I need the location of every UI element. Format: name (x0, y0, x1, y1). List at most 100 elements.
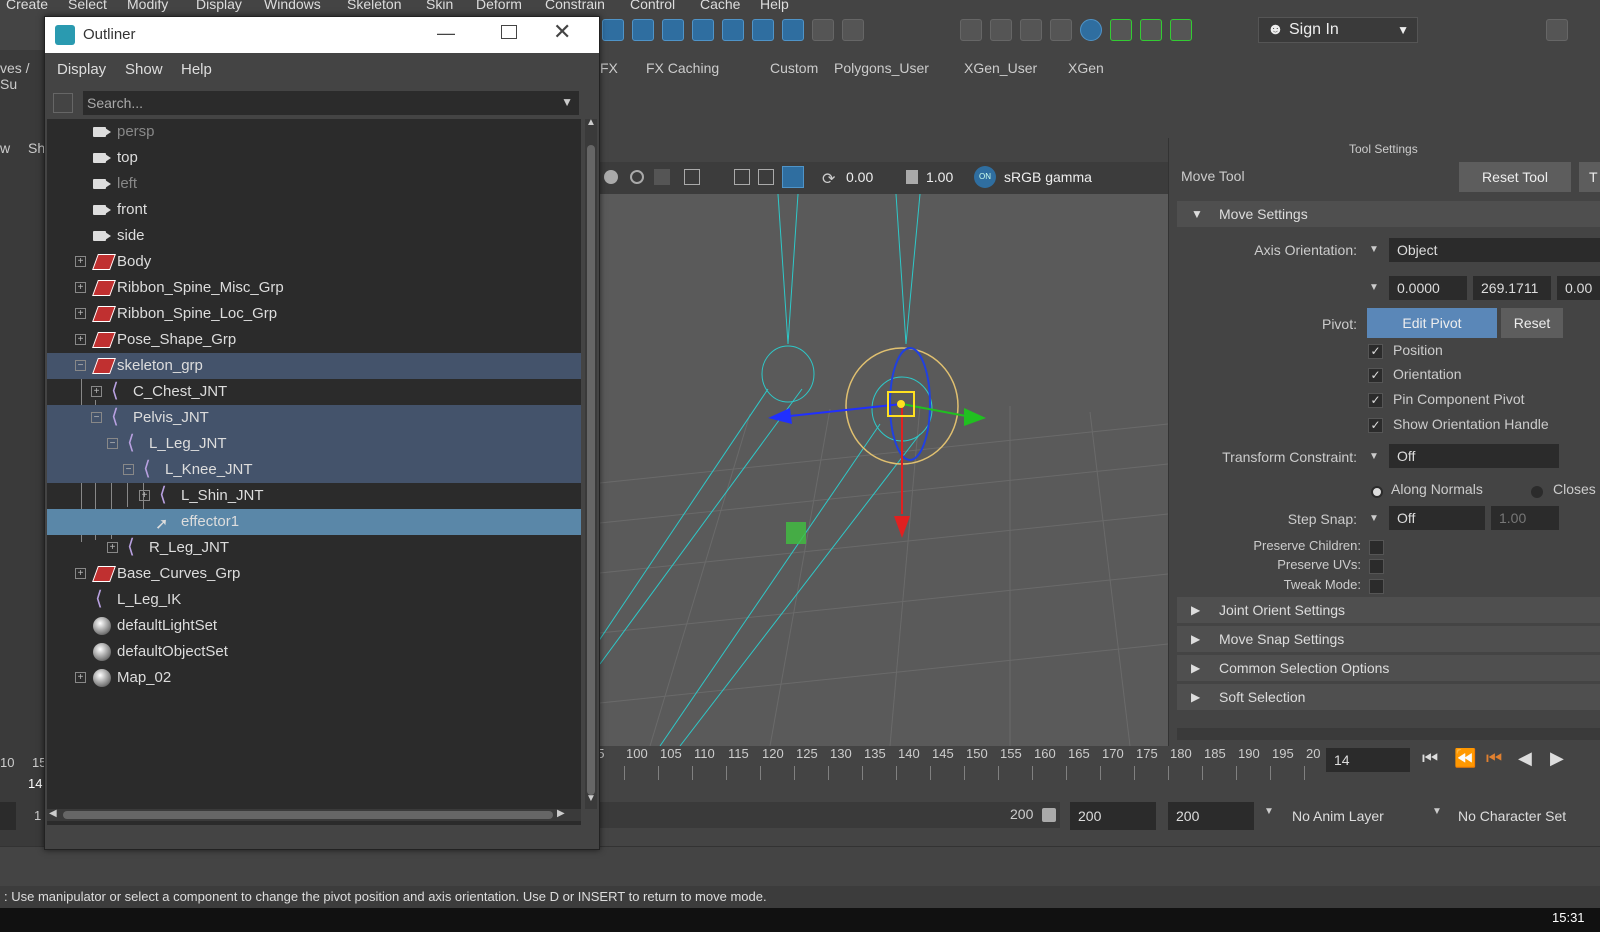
left-range-field[interactable] (0, 802, 16, 830)
snap-live-icon[interactable] (722, 19, 744, 41)
outliner-row-side[interactable]: side (47, 223, 581, 249)
preserve-children-checkbox[interactable] (1369, 540, 1384, 555)
scroll-up-icon[interactable]: ▲ (586, 117, 596, 128)
render-frame-icon[interactable] (990, 19, 1012, 41)
edit-pivot-button[interactable]: Edit Pivot (1367, 308, 1497, 338)
tab-polygons-user[interactable]: Polygons_User (834, 60, 929, 76)
along-normals-radio[interactable] (1371, 486, 1383, 498)
go-to-start-icon[interactable]: ⏮ (1422, 748, 1438, 769)
menu-create[interactable]: Create (6, 0, 48, 12)
snap-curve-icon[interactable] (602, 19, 624, 41)
expand-icon[interactable]: + (75, 672, 86, 683)
ik-handle-icon[interactable] (786, 522, 806, 544)
human-ik-icon[interactable] (1140, 19, 1162, 41)
exposure-value[interactable]: 0.00 (846, 169, 873, 185)
scroll-down-icon[interactable]: ▼ (586, 793, 596, 804)
view-transform-label[interactable]: sRGB gamma (1004, 169, 1092, 185)
outliner-row-persp[interactable]: persp (47, 119, 581, 145)
outliner-menu-show[interactable]: Show (125, 61, 163, 78)
render-settings-icon[interactable] (1050, 19, 1072, 41)
menu-deform[interactable]: Deform (476, 0, 522, 12)
section-soft-selection[interactable]: ▶ Soft Selection (1177, 684, 1600, 710)
select-tool-icon[interactable] (842, 19, 864, 41)
menu-control[interactable]: Control (630, 0, 675, 12)
attribute-editor-icon[interactable] (1170, 19, 1192, 41)
preserve-uvs-checkbox[interactable] (1369, 559, 1384, 574)
closest-radio[interactable] (1531, 486, 1543, 498)
axis-y-field[interactable]: 269.1711 (1473, 276, 1551, 300)
position-checkbox[interactable]: ✓ (1368, 344, 1383, 359)
section-move-snap-settings[interactable]: ▶ Move Snap Settings (1177, 626, 1600, 652)
expand-icon[interactable]: + (75, 282, 86, 293)
step-snap-dropdown[interactable]: Off (1389, 506, 1485, 530)
snap-surface-icon[interactable] (692, 19, 714, 41)
menu-help[interactable]: Help (760, 0, 789, 12)
axis-orientation-dropdown[interactable]: Object (1389, 238, 1600, 262)
pivot-reset-button[interactable]: Reset (1501, 308, 1563, 338)
outliner-menu-display[interactable]: Display (57, 61, 106, 78)
reset-tool-button[interactable]: Reset Tool (1459, 162, 1571, 192)
axis-z-field[interactable]: 0.00 (1557, 276, 1600, 300)
tool-help-button[interactable]: T (1579, 162, 1600, 192)
outliner-row-top[interactable]: top (47, 145, 581, 171)
tab-xgen[interactable]: XGen (1068, 60, 1104, 76)
expand-icon[interactable]: + (75, 334, 86, 345)
chevron-down-icon[interactable]: ▼ (1369, 513, 1379, 524)
menu-windows[interactable]: Windows (264, 0, 321, 12)
chevron-down-icon[interactable]: ▼ (1432, 806, 1442, 817)
workspace-icon[interactable] (1546, 19, 1568, 41)
orientation-checkbox[interactable]: ✓ (1368, 368, 1383, 383)
expand-icon[interactable]: + (75, 308, 86, 319)
command-line[interactable] (0, 846, 1600, 886)
exposure-icon[interactable]: ⟳ (822, 169, 835, 189)
sign-in-button[interactable]: ☻ Sign In ▼ (1258, 17, 1418, 43)
shading-icon[interactable] (604, 170, 618, 184)
show-orientation-handle-checkbox[interactable]: ✓ (1368, 418, 1383, 433)
outliner-row-l-leg-jnt[interactable]: − L_Leg_JNT (47, 430, 581, 457)
outliner-row-left[interactable]: left (47, 171, 581, 197)
outliner-row-map-02[interactable]: + Map_02 (47, 665, 581, 691)
menu-skin[interactable]: Skin (426, 0, 453, 12)
menu-modify[interactable]: Modify (127, 0, 168, 12)
outliner-search-input[interactable]: Search... ▼ (83, 91, 579, 115)
range-slider[interactable]: 200 200 200 ▼ No Anim Layer ▼ No Charact… (590, 800, 1600, 830)
modeling-toolkit-icon[interactable] (1110, 19, 1132, 41)
textured-icon[interactable] (654, 169, 670, 185)
close-icon[interactable]: ✕ (553, 19, 571, 45)
expand-icon[interactable]: + (139, 490, 150, 501)
axis-x-field[interactable]: 0.0000 (1389, 276, 1467, 300)
outliner-row-pose-shape-grp[interactable]: + Pose_Shape_Grp (47, 327, 581, 353)
range-slider-track[interactable]: 200 (590, 802, 1060, 828)
menu-select[interactable]: Select (68, 0, 107, 12)
select-camera-icon[interactable] (684, 169, 700, 185)
step-back-icon[interactable]: ⏪ (1454, 748, 1476, 769)
minimize-icon[interactable]: — (437, 23, 455, 44)
tab-custom[interactable]: Custom (770, 60, 818, 76)
play-backward-icon[interactable]: ◀ (1518, 748, 1532, 769)
outliner-row-ribbon-spine-loc-grp[interactable]: + Ribbon_Spine_Loc_Grp (47, 301, 581, 327)
collapse-icon[interactable]: − (123, 464, 134, 475)
outliner-row-r-leg-jnt[interactable]: + R_Leg_JNT (47, 534, 581, 561)
collapse-icon[interactable]: − (107, 438, 118, 449)
outliner-row-l-leg-ik[interactable]: L_Leg_IK (47, 586, 581, 613)
range-handle-icon[interactable] (1042, 808, 1056, 822)
outliner-row-c-chest-jnt[interactable]: + C_Chest_JNT (47, 378, 581, 405)
color-management-toggle[interactable]: ON (974, 166, 996, 188)
expand-icon[interactable]: + (75, 568, 86, 579)
menu-skeleton[interactable]: Skeleton (347, 0, 401, 12)
current-frame-field[interactable]: 14 (1326, 748, 1410, 772)
outliner-row-skeleton-grp[interactable]: − skeleton_grp (47, 353, 581, 379)
chevron-down-icon[interactable]: ▼ (1369, 282, 1379, 293)
tab-xgen-user[interactable]: XGen_User (964, 60, 1037, 76)
outliner-row-body[interactable]: + Body (47, 249, 581, 275)
animation-end-field[interactable]: 200 (1168, 802, 1254, 830)
gamma-icon[interactable] (906, 170, 918, 184)
lock-icon[interactable] (812, 19, 834, 41)
isolate-select-icon[interactable] (782, 166, 804, 188)
gamma-value[interactable]: 1.00 (926, 169, 953, 185)
outliner-menu-help[interactable]: Help (181, 61, 212, 78)
character-set-dropdown[interactable]: No Character Set (1450, 802, 1600, 830)
ipr-render-icon[interactable] (1020, 19, 1042, 41)
outliner-row-front[interactable]: front (47, 197, 581, 223)
section-common-selection-options[interactable]: ▶ Common Selection Options (1177, 655, 1600, 681)
